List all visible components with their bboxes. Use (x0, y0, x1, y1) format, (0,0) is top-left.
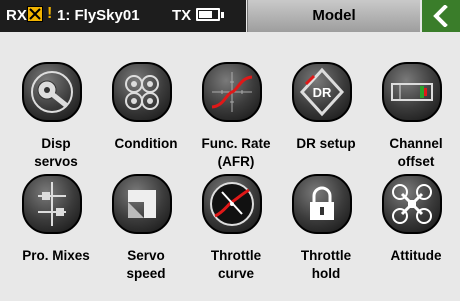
model-name[interactable]: 1: FlySky01 (57, 7, 140, 24)
dr-icon-text: DR (313, 85, 332, 100)
alarm-mark: ! (47, 5, 53, 22)
throttle-hold-icon (292, 174, 352, 234)
throttle-curve-icon (202, 174, 262, 234)
title-bar: Model (247, 0, 420, 32)
label-line2: servos (34, 154, 78, 169)
status-panel: RX ! 1: FlySky01 TX (0, 0, 246, 32)
page-title: Model (312, 7, 356, 24)
pro-mixes-icon (22, 174, 82, 234)
label-line2: offset (397, 154, 435, 169)
label-line2: (AFR) (217, 154, 255, 169)
label-line1: Throttle (210, 248, 262, 263)
label-line1: Servo (127, 248, 165, 263)
rx-label: RX (6, 7, 27, 24)
servo-speed-icon (112, 174, 172, 234)
label-line1: Pro. Mixes (22, 248, 90, 263)
label-line1: Throttle (300, 248, 352, 263)
battery-tip (221, 12, 224, 18)
disp-servos-icon (22, 62, 82, 122)
attitude-icon (382, 174, 442, 234)
label-line1: Condition (114, 136, 178, 151)
label-line2: hold (311, 266, 341, 281)
status-bar: RX ! 1: FlySky01 TX Model (0, 0, 460, 32)
dr-setup-icon: DR (292, 62, 352, 122)
back-button[interactable] (422, 0, 460, 32)
label-line2: curve (217, 266, 255, 281)
rx-signal-lost-icon (27, 6, 43, 22)
channel-offset-icon (382, 62, 442, 122)
func-rate-icon (202, 62, 262, 122)
label-line1: Channel (389, 136, 443, 151)
back-arrow-icon (433, 5, 448, 27)
label-line1: Disp (41, 136, 71, 151)
label-line1: Attitude (390, 248, 442, 263)
label-line2: speed (126, 266, 166, 281)
tx-battery-icon (196, 8, 220, 21)
condition-icon (112, 62, 172, 122)
label-line1: DR setup (296, 136, 356, 151)
tx-label: TX (172, 7, 192, 24)
label-line1: Func. Rate (201, 136, 271, 151)
